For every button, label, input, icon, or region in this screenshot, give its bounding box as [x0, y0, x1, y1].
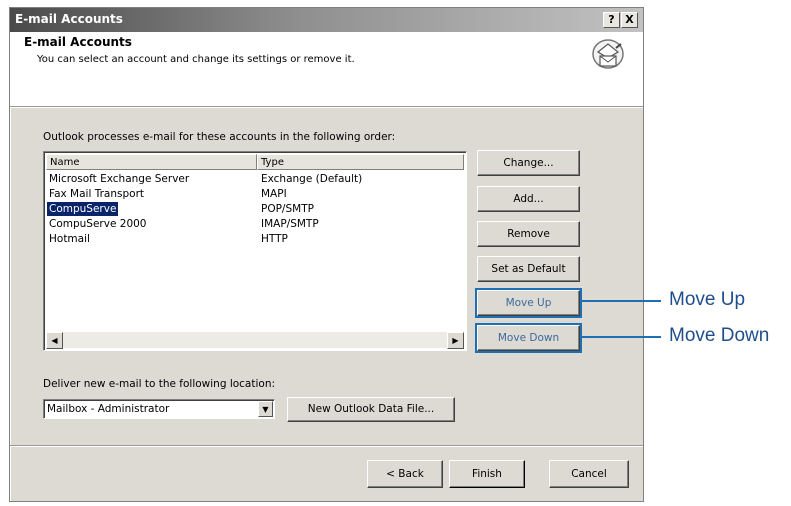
- title-bar: E-mail Accounts ? X: [10, 8, 643, 32]
- account-name: CompuServe: [47, 202, 119, 216]
- account-name: CompuServe 2000: [49, 218, 147, 230]
- accounts-label: Outlook processes e-mail for these accou…: [43, 131, 396, 143]
- set-as-default-button[interactable]: Set as Default: [477, 256, 580, 282]
- window-title: E-mail Accounts: [15, 12, 123, 26]
- scroll-right-arrow-icon[interactable]: ▶: [447, 332, 464, 349]
- header-divider: [10, 106, 643, 108]
- account-type: POP/SMTP: [261, 203, 314, 215]
- footer-divider: [10, 445, 643, 447]
- move-down-button[interactable]: Move Down: [475, 323, 582, 353]
- move-up-button[interactable]: Move Up: [475, 288, 582, 318]
- delivery-label: Deliver new e-mail to the following loca…: [43, 378, 276, 390]
- add-button[interactable]: Add...: [477, 186, 580, 212]
- account-name: Hotmail: [49, 233, 90, 245]
- account-type: HTTP: [261, 233, 288, 245]
- chevron-down-icon[interactable]: ▼: [258, 401, 273, 417]
- scroll-left-arrow-icon[interactable]: ◀: [46, 332, 63, 349]
- horizontal-scrollbar[interactable]: ◀ ▶: [46, 332, 464, 349]
- account-name: Microsoft Exchange Server: [49, 173, 190, 185]
- account-type: IMAP/SMTP: [261, 218, 319, 230]
- account-row[interactable]: CompuServe 2000 IMAP/SMTP: [47, 217, 457, 231]
- account-type: MAPI: [261, 188, 287, 200]
- account-name: Fax Mail Transport: [49, 188, 144, 200]
- email-accounts-dialog: E-mail Accounts ? X E-mail Accounts You …: [9, 7, 644, 502]
- account-type: Exchange (Default): [261, 173, 363, 185]
- email-accounts-icon: [592, 39, 624, 69]
- remove-button[interactable]: Remove: [477, 221, 580, 247]
- finish-button[interactable]: Finish: [449, 460, 525, 488]
- column-header-type[interactable]: Type: [257, 154, 464, 170]
- close-button[interactable]: X: [621, 12, 638, 28]
- account-row[interactable]: Microsoft Exchange Server Exchange (Defa…: [47, 172, 457, 186]
- delivery-location-select[interactable]: Mailbox - Administrator ▼: [43, 399, 275, 419]
- account-row[interactable]: Hotmail HTTP: [47, 232, 457, 246]
- back-button[interactable]: < Back: [367, 460, 443, 488]
- delivery-location-value: Mailbox - Administrator: [47, 403, 170, 415]
- new-data-file-button[interactable]: New Outlook Data File...: [287, 397, 455, 422]
- accounts-list[interactable]: Name Type Microsoft Exchange Server Exch…: [43, 151, 467, 351]
- account-row-selected[interactable]: CompuServe POP/SMTP: [47, 202, 457, 216]
- move-down-callout-line: [581, 336, 661, 338]
- move-up-callout: Move Up: [669, 289, 746, 310]
- column-header-name[interactable]: Name: [46, 154, 257, 170]
- help-button[interactable]: ?: [603, 12, 620, 28]
- account-row[interactable]: Fax Mail Transport MAPI: [47, 187, 457, 201]
- page-subtitle: You can select an account and change its…: [37, 54, 355, 65]
- change-button[interactable]: Change...: [477, 150, 580, 176]
- cancel-button[interactable]: Cancel: [549, 460, 629, 488]
- page-title: E-mail Accounts: [24, 35, 132, 49]
- move-down-callout: Move Down: [669, 325, 770, 346]
- move-up-callout-line: [581, 300, 661, 302]
